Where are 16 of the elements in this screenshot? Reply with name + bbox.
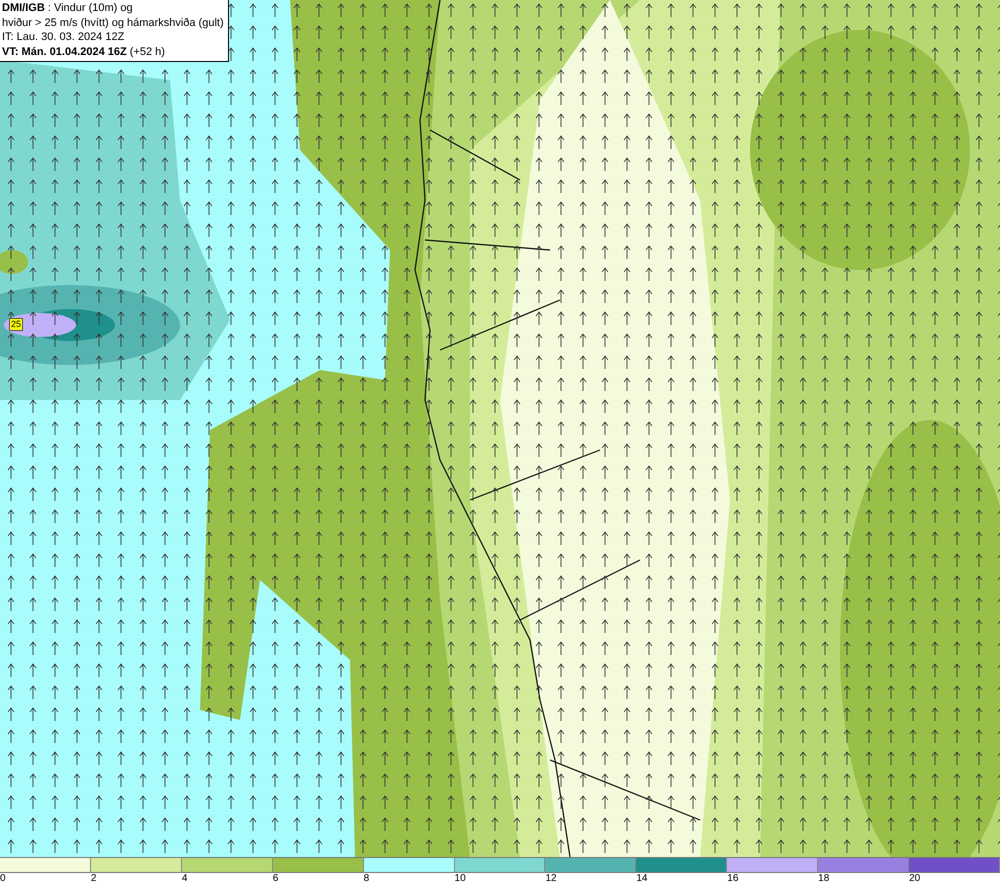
legend-label: 10 [454,873,466,885]
legend-label: 6 [272,873,278,885]
legend-label: 20 [909,873,920,885]
legend-label: 2 [90,873,96,885]
legend-label: 8 [364,873,370,885]
legend-label: 4 [182,873,188,885]
issue-time-text: IT: Lau. 30. 03. 2024 12Z [2,30,126,44]
subtitle-text: hviður > 25 m/s (hvítt) og hámarkshviða (gult) [2,16,224,30]
gust-label: 25 [9,318,24,331]
title-text: DMI/IGB : Vindur (10m) og [2,1,134,16]
legend-label: 12 [545,873,557,885]
legend-label: 14 [636,873,648,885]
valid-time-text: VT: Mán. 01.04.2024 16Z (+52 h) [2,44,166,59]
legend-label: 18 [818,873,830,885]
legend-label: 16 [727,873,738,885]
legend-label: 0 [0,873,6,885]
